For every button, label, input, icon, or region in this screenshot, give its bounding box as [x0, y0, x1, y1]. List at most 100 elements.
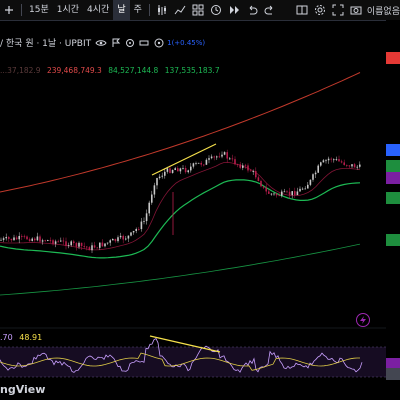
candle-body	[192, 163, 195, 167]
camera-icon[interactable]	[348, 2, 364, 18]
candle-body	[252, 171, 254, 172]
price-label-green	[386, 160, 400, 172]
timeframe-4h[interactable]: 4시간	[83, 0, 113, 20]
candle-body	[104, 243, 106, 247]
price-chart[interactable]	[0, 20, 386, 400]
candle-body	[218, 156, 221, 158]
candle-body	[75, 243, 78, 247]
candle-body	[171, 170, 174, 173]
user-label[interactable]: 이름없음	[367, 4, 400, 17]
candle-body	[117, 237, 119, 242]
alert-icon[interactable]	[208, 2, 224, 18]
candle-body	[26, 236, 28, 240]
layout-icon[interactable]	[294, 2, 310, 18]
candle-body	[338, 159, 340, 162]
candle-body	[148, 202, 150, 214]
candles-icon[interactable]	[154, 2, 170, 18]
candle-body	[247, 165, 249, 171]
candle-body	[221, 154, 223, 157]
fullscreen-icon[interactable]	[330, 2, 346, 18]
candle-body	[158, 176, 161, 179]
templates-icon[interactable]	[190, 2, 206, 18]
candle-body	[348, 165, 351, 167]
candle-body	[343, 162, 345, 165]
candle-body	[127, 235, 130, 239]
candle-body	[18, 236, 20, 240]
candle-body	[356, 166, 358, 168]
timeframe-1h[interactable]: 1시간	[53, 0, 83, 20]
candle-body	[184, 167, 187, 173]
candle-body	[88, 247, 91, 251]
candle-body	[166, 168, 169, 172]
candle-body	[304, 188, 306, 190]
candle-body	[203, 164, 205, 166]
candle-body	[52, 240, 54, 244]
candle-body	[39, 236, 41, 242]
candle-body	[286, 191, 288, 193]
candle-body	[239, 164, 241, 168]
candle-body	[130, 232, 132, 236]
timeframe-1d[interactable]: 날	[113, 0, 130, 20]
candle-body	[296, 191, 299, 196]
candle-body	[80, 242, 83, 246]
candle-body	[99, 242, 101, 248]
brand-logo: ngView	[0, 383, 46, 396]
candle-body	[231, 158, 234, 160]
candle-body	[273, 193, 275, 195]
candle-body	[262, 186, 265, 188]
price-scale[interactable]	[386, 20, 400, 400]
candle-body	[249, 170, 252, 172]
candle-body	[226, 152, 228, 159]
lightning-icon[interactable]	[356, 313, 370, 327]
candle-body	[281, 191, 283, 196]
candle-body	[270, 193, 273, 195]
candle-body	[179, 168, 182, 172]
settings-icon[interactable]	[312, 2, 328, 18]
candle-body	[195, 163, 197, 165]
candle-body	[177, 168, 179, 172]
candle-body	[255, 171, 257, 178]
candle-body	[156, 178, 158, 186]
candle-body	[353, 164, 356, 168]
top-toolbar: 15분 1시간 4시간 날 주 이름없음	[0, 0, 400, 21]
indicators-icon[interactable]	[172, 2, 188, 18]
timeframe-1w[interactable]: 주	[130, 0, 146, 20]
candle-body	[322, 160, 325, 163]
candle-body	[153, 185, 156, 195]
candle-body	[145, 213, 148, 222]
plus-icon[interactable]	[1, 2, 17, 18]
candle-body	[257, 177, 260, 181]
redo-icon[interactable]	[262, 2, 278, 18]
candle-body	[169, 168, 171, 173]
candle-body	[143, 221, 145, 222]
undo-icon[interactable]	[244, 2, 260, 18]
candle-body	[174, 168, 176, 171]
candle-body	[21, 236, 23, 237]
replay-icon[interactable]	[226, 2, 242, 18]
candle-body	[93, 245, 96, 248]
candle-body	[320, 162, 322, 166]
timeframe-15m[interactable]: 15분	[25, 0, 53, 20]
candle-body	[65, 241, 67, 247]
ma-short-red-line	[0, 161, 361, 251]
candle-body	[122, 235, 124, 240]
candle-body	[216, 156, 218, 158]
candle-body	[205, 159, 208, 165]
price-label-purple	[386, 172, 400, 184]
toolbar-right: 이름없음	[293, 0, 400, 20]
toolbar-divider	[148, 4, 150, 16]
candle-body	[54, 241, 57, 244]
candle-body	[268, 191, 270, 194]
ma-long-red-line	[0, 72, 361, 193]
candle-body	[23, 236, 26, 238]
candle-body	[265, 187, 267, 192]
candle-body	[10, 238, 13, 241]
candle-body	[333, 159, 335, 161]
candle-body	[67, 245, 70, 247]
price-label-red	[386, 52, 400, 64]
candle-body	[49, 240, 52, 241]
candle-body	[278, 195, 280, 197]
candle-body	[109, 240, 111, 243]
candle-body	[283, 191, 286, 193]
candle-body	[197, 162, 200, 164]
